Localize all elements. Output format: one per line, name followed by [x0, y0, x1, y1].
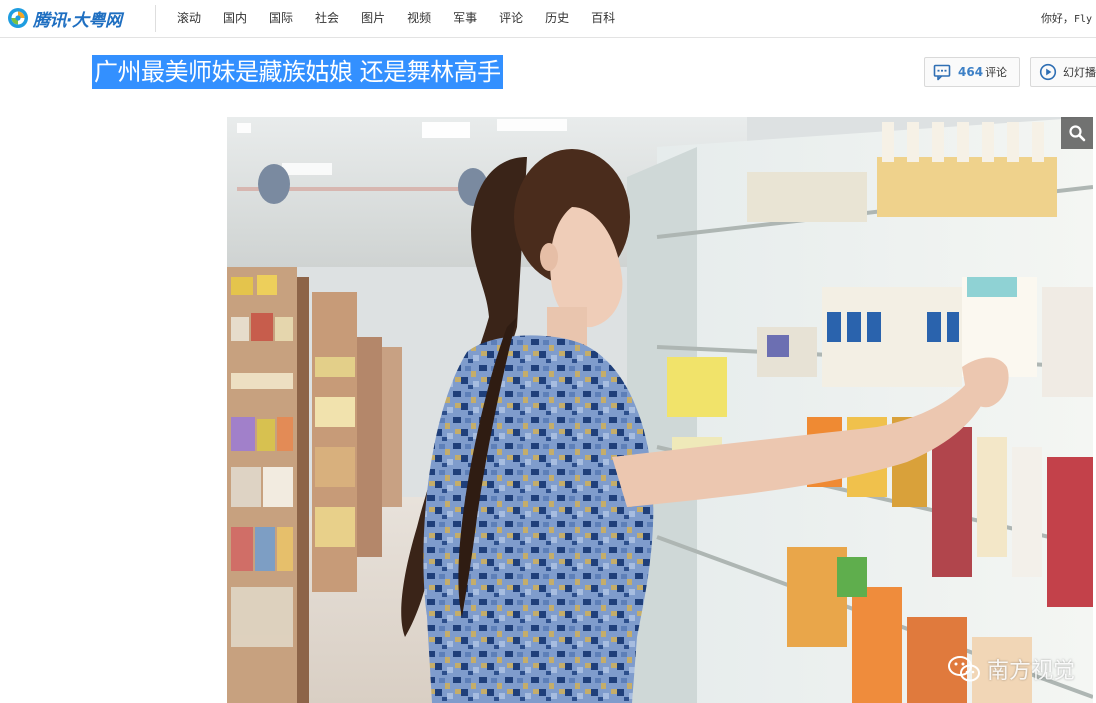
play-circle-icon	[1039, 63, 1057, 81]
nav-item-military[interactable]: 军事	[442, 0, 488, 37]
comment-count: 464	[958, 65, 984, 79]
channel-nav: 滚动 国内 国际 社会 图片 视频 军事 评论 历史 百科	[165, 0, 626, 37]
nav-item-video[interactable]: 视频	[396, 0, 442, 37]
nav-item-domestic[interactable]: 国内	[212, 0, 258, 37]
photo-supermarket-scene	[227, 117, 1093, 703]
nav-item-society[interactable]: 社会	[304, 0, 350, 37]
photo-watermark: 南方视觉	[947, 653, 1075, 685]
nav-item-opinion[interactable]: 评论	[488, 0, 534, 37]
greeting-text: 你好，	[1040, 12, 1074, 25]
site-logo[interactable]: 腾讯·大粤网	[7, 6, 122, 31]
article-title: 广州最美师妹是藏族姑娘 还是舞林高手	[92, 55, 503, 89]
article-photo[interactable]: 南方视觉	[227, 117, 1093, 703]
nav-item-pictures[interactable]: 图片	[350, 0, 396, 37]
username-link[interactable]: Fly	[1074, 14, 1092, 25]
comment-label: 评论	[985, 66, 1008, 79]
nav-divider	[155, 5, 156, 32]
nav-item-encyclopedia[interactable]: 百科	[580, 0, 626, 37]
nav-item-history[interactable]: 历史	[534, 0, 580, 37]
watermark-text: 南方视觉	[986, 659, 1075, 684]
wechat-icon	[947, 656, 980, 682]
magnifier-icon	[1069, 125, 1086, 142]
slideshow-button[interactable]: 幻灯播放	[1030, 57, 1096, 87]
nav-item-international[interactable]: 国际	[258, 0, 304, 37]
comments-button[interactable]: 464 评论	[924, 57, 1020, 87]
top-navigation-bar: 腾讯·大粤网 滚动 国内 国际 社会 图片 视频 军事 评论 历史 百科 你好，…	[0, 0, 1096, 38]
user-greeting: 你好，Fly	[1041, 0, 1092, 38]
site-logo-text: 腾讯·大粤网	[33, 10, 122, 31]
nav-item-scroll[interactable]: 滚动	[165, 0, 212, 37]
slideshow-label: 幻灯播放	[1063, 66, 1096, 79]
zoom-button[interactable]	[1061, 117, 1093, 149]
comment-bubble-icon	[933, 64, 951, 81]
tencent-logo-icon	[8, 8, 28, 28]
